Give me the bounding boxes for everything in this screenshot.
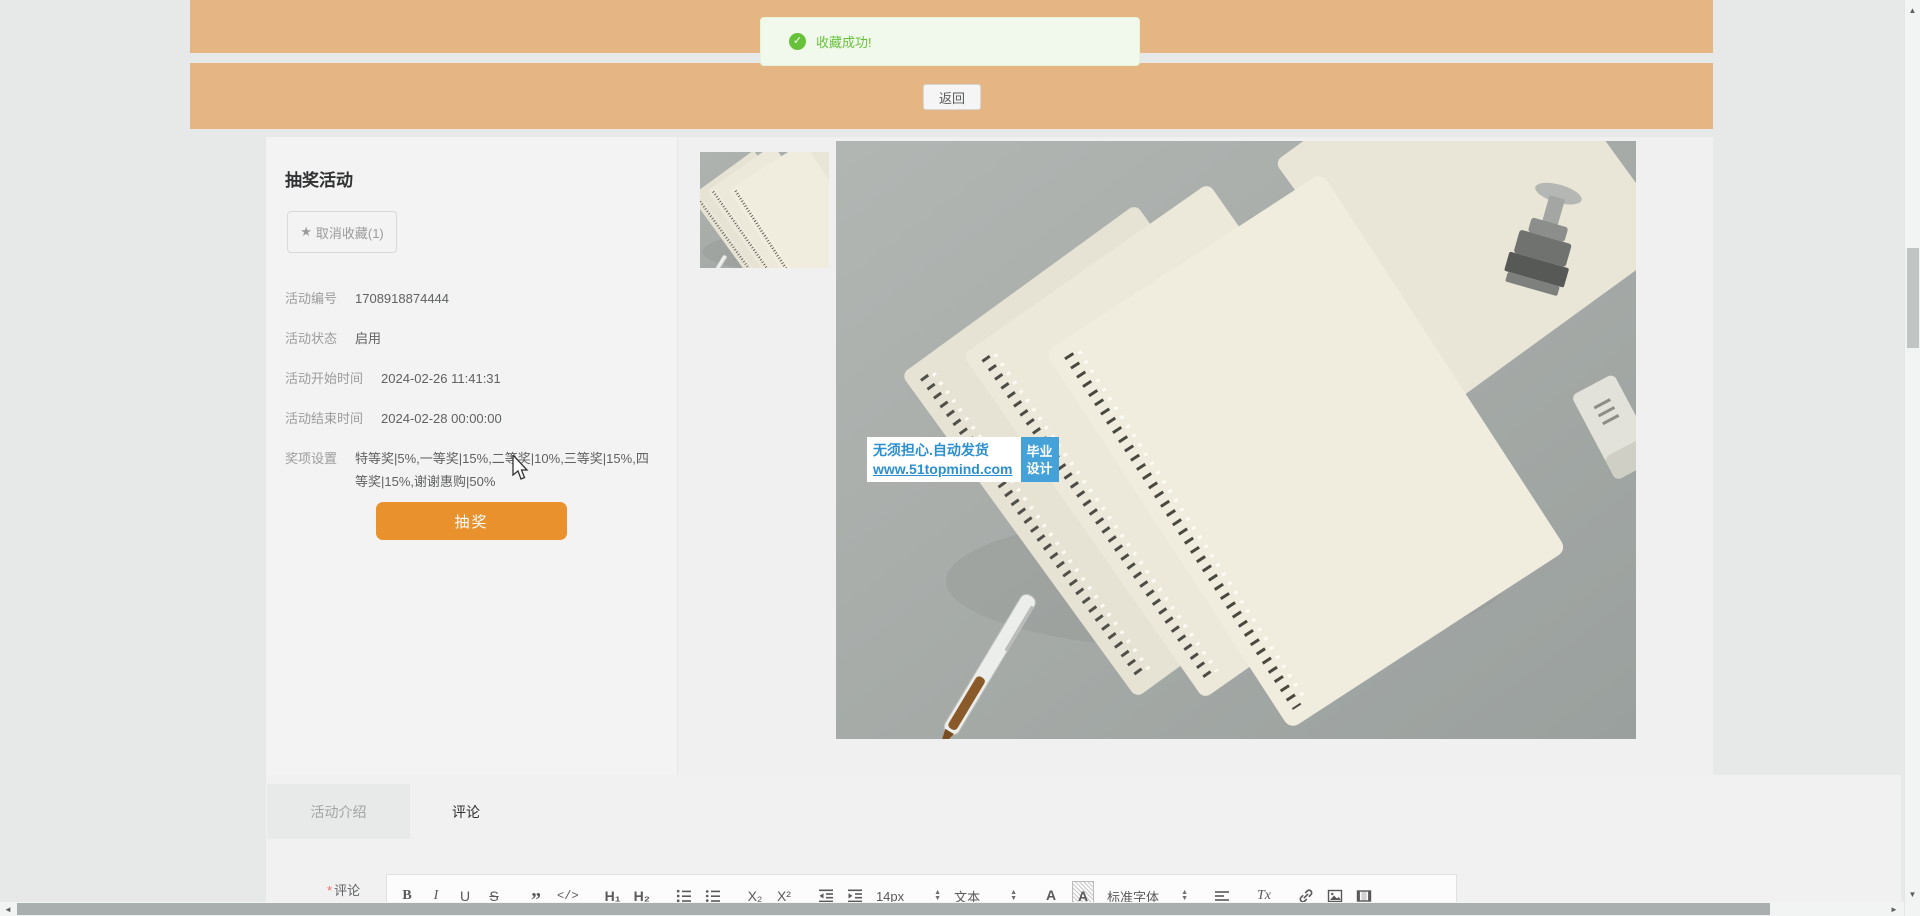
field-row-prizes: 奖项设置 特等奖|5%,一等奖|15%,二等奖|10%,三等奖|15%,四等奖|… <box>285 447 650 493</box>
field-value: 特等奖|5%,一等奖|15%,二等奖|10%,三等奖|15%,四等奖|15%,谢… <box>355 447 650 493</box>
unfavorite-label: 取消收藏(1) <box>316 223 384 242</box>
watermark: 无须担心.自动发货 www.51topmind.com 毕业 设计 <box>867 437 1059 482</box>
watermark-text-box: 无须担心.自动发货 www.51topmind.com <box>867 437 1021 482</box>
field-row-end-time: 活动结束时间 2024-02-28 00:00:00 <box>285 407 650 430</box>
field-label: 活动编号 <box>285 287 337 310</box>
field-value: 1708918874444 <box>355 287 650 310</box>
required-mark: * <box>327 883 332 898</box>
field-value: 启用 <box>355 327 650 350</box>
comment-field-label: *评论 <box>327 880 360 899</box>
star-icon: ★ <box>300 224 312 240</box>
toast-message: 收藏成功! <box>816 32 872 51</box>
activity-title: 抽奖活动 <box>285 166 353 191</box>
sort-arrows-icon: ▲▼ <box>1181 890 1188 902</box>
vertical-scrollbar-thumb[interactable] <box>1907 248 1919 348</box>
tab-comments[interactable]: 评论 <box>410 784 522 839</box>
back-button[interactable]: 返回 <box>923 84 981 110</box>
scroll-left-arrow[interactable]: ◄ <box>0 902 16 916</box>
product-thumbnail[interactable] <box>700 152 829 268</box>
vertical-scrollbar: ▲ ▼ <box>1904 0 1920 916</box>
activity-fields: 活动编号 1708918874444 活动状态 启用 活动开始时间 2024-0… <box>285 287 650 510</box>
horizontal-scrollbar-thumb[interactable] <box>17 903 1770 915</box>
field-label: 奖项设置 <box>285 447 337 493</box>
scroll-up-arrow[interactable]: ▲ <box>1905 2 1920 18</box>
field-label: 活动状态 <box>285 327 337 350</box>
field-row-activity-status: 活动状态 启用 <box>285 327 650 350</box>
success-toast: ✓ 收藏成功! <box>760 17 1140 66</box>
sort-arrows-icon: ▲▼ <box>1010 890 1017 902</box>
draw-lottery-button[interactable]: 抽奖 <box>376 502 567 540</box>
scroll-down-arrow[interactable]: ▼ <box>1905 886 1920 902</box>
scroll-right-arrow[interactable]: ► <box>1886 902 1902 916</box>
watermark-line2: www.51topmind.com <box>873 460 1013 479</box>
tab-activity-intro[interactable]: 活动介绍 <box>267 784 410 839</box>
watermark-badge-line1: 毕业 <box>1027 443 1053 460</box>
field-label: 活动开始时间 <box>285 367 363 390</box>
field-label: 活动结束时间 <box>285 407 363 430</box>
activity-detail-page: ✓ 收藏成功! 返回 抽奖活动 ★ 取消收藏(1) 活动编号 170891887… <box>0 0 1920 916</box>
unfavorite-button[interactable]: ★ 取消收藏(1) <box>287 211 397 253</box>
watermark-badge-line2: 设计 <box>1027 460 1053 477</box>
field-row-activity-id: 活动编号 1708918874444 <box>285 287 650 310</box>
product-thumbnail-image <box>700 152 829 268</box>
horizontal-scrollbar: ◄ ► <box>0 902 1904 916</box>
comment-label-text: 评论 <box>334 883 360 898</box>
field-row-start-time: 活动开始时间 2024-02-26 11:41:31 <box>285 367 650 390</box>
watermark-badge: 毕业 设计 <box>1021 437 1059 482</box>
field-value: 2024-02-26 11:41:31 <box>381 367 650 390</box>
sort-arrows-icon: ▲▼ <box>934 890 941 902</box>
field-value: 2024-02-28 00:00:00 <box>381 407 650 430</box>
watermark-line1: 无须担心.自动发货 <box>873 441 1013 460</box>
success-check-icon: ✓ <box>789 33 806 50</box>
